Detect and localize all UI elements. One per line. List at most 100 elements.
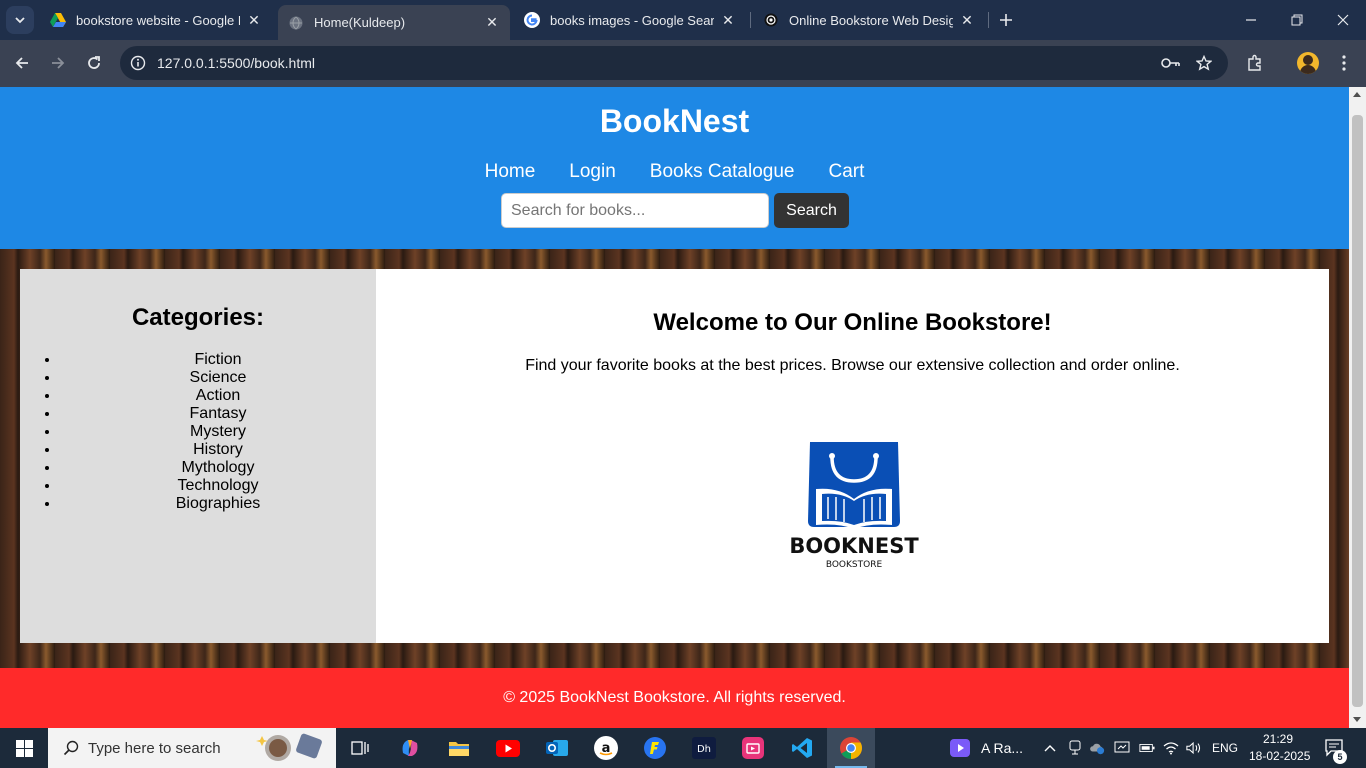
profile-avatar[interactable] <box>1297 52 1319 74</box>
booknest-logo: BOOKNEST BOOKSTORE <box>789 442 919 570</box>
tab-title: Online Bookstore Web Design <box>789 12 953 28</box>
scroll-thumb[interactable] <box>1352 115 1363 707</box>
close-icon[interactable]: ✕ <box>720 12 736 29</box>
tab-separator <box>988 12 989 28</box>
tab-search-button[interactable] <box>6 6 34 34</box>
tab-google-drive[interactable]: bookstore website - Google Dr ✕ <box>40 5 272 35</box>
tab-title: Home(Kuldeep) <box>314 15 406 30</box>
more-menu-icon[interactable] <box>1330 49 1358 77</box>
wifi-icon[interactable] <box>1163 740 1179 756</box>
page-viewport: BookNest Home Login Books Catalogue Cart… <box>0 87 1349 728</box>
volume-icon[interactable] <box>1186 740 1202 756</box>
category-item[interactable]: Mythology <box>60 459 376 477</box>
task-view-icon[interactable] <box>336 728 384 768</box>
tab-separator <box>750 12 751 28</box>
site-footer: © 2025 BookNest Bookstore. All rights re… <box>0 668 1349 728</box>
file-explorer-icon[interactable] <box>435 728 483 768</box>
onedrive-icon[interactable] <box>1089 740 1105 756</box>
category-item[interactable]: Mystery <box>60 423 376 441</box>
main-nav: Home Login Books Catalogue Cart <box>0 161 1349 183</box>
category-item[interactable]: Science <box>60 369 376 387</box>
site-header: BookNest Home Login Books Catalogue Cart… <box>0 87 1349 249</box>
bookmark-star-icon[interactable] <box>1194 53 1214 73</box>
start-button[interactable] <box>0 728 48 768</box>
media-title[interactable]: A Ra... <box>981 740 1023 756</box>
main-content: Welcome to Our Online Bookstore! Find yo… <box>376 269 1329 643</box>
search-highlight-icon <box>256 733 322 761</box>
chevron-up-icon[interactable] <box>1042 740 1058 756</box>
categories-list: Fiction Science Action Fantasy Mystery H… <box>20 351 376 513</box>
windows-logo-icon <box>15 739 33 757</box>
categories-sidebar: Categories: Fiction Science Action Fanta… <box>20 269 376 643</box>
welcome-heading: Welcome to Our Online Bookstore! <box>653 309 1052 336</box>
amazon-icon[interactable]: a <box>582 728 630 768</box>
clock-date[interactable]: 18-02-2025 <box>1249 749 1310 763</box>
site-info-icon[interactable] <box>128 53 148 73</box>
browser-tab-bar: bookstore website - Google Dr ✕ Home(Kul… <box>0 0 1366 40</box>
extensions-icon[interactable] <box>1241 49 1269 77</box>
search-form: Search <box>501 193 849 228</box>
logo-subtitle: BOOKSTORE <box>826 560 883 570</box>
url-text: 127.0.0.1:5500/book.html <box>157 55 316 71</box>
logo-wordmark: BOOKNEST <box>789 534 919 558</box>
chrome-icon[interactable] <box>827 728 875 768</box>
category-item[interactable]: Fiction <box>60 351 376 369</box>
category-item[interactable]: Biographies <box>60 495 376 513</box>
close-icon[interactable]: ✕ <box>959 12 975 29</box>
clock-time[interactable]: 21:29 <box>1263 732 1293 746</box>
new-tab-button[interactable] <box>994 8 1018 32</box>
close-icon <box>1337 14 1349 26</box>
nav-login[interactable]: Login <box>569 161 616 183</box>
password-key-icon[interactable] <box>1161 53 1181 73</box>
battery-icon[interactable] <box>1139 740 1155 756</box>
welcome-text: Find your favorite books at the best pri… <box>525 357 1180 374</box>
media-player-icon[interactable] <box>936 728 984 768</box>
nav-cart[interactable]: Cart <box>829 161 865 183</box>
language-indicator[interactable]: ENG <box>1212 741 1238 755</box>
browser-toolbar: 127.0.0.1:5500/book.html <box>0 40 1366 87</box>
category-item[interactable]: History <box>60 441 376 459</box>
google-icon <box>524 12 540 28</box>
taskbar-search-placeholder: Type here to search <box>88 739 221 757</box>
category-item[interactable]: Action <box>60 387 376 405</box>
copilot-icon[interactable] <box>386 728 434 768</box>
search-button[interactable]: Search <box>774 193 849 228</box>
globe-icon <box>288 15 304 31</box>
restore-icon <box>1291 14 1303 26</box>
close-icon[interactable]: ✕ <box>246 12 262 29</box>
plus-icon <box>1000 14 1012 26</box>
camera-icon[interactable] <box>1067 740 1083 756</box>
scroll-down-icon[interactable] <box>1353 717 1361 722</box>
chevron-down-icon <box>15 17 25 24</box>
reload-button[interactable] <box>79 48 109 78</box>
tab-online-bookstore[interactable]: Online Bookstore Web Design ✕ <box>753 5 985 35</box>
close-window-button[interactable] <box>1320 0 1366 40</box>
page-scrollbar[interactable] <box>1349 87 1366 728</box>
back-button[interactable] <box>7 48 37 78</box>
clipchamp-icon[interactable] <box>729 728 777 768</box>
outlook-icon[interactable] <box>533 728 581 768</box>
vscode-icon[interactable] <box>778 728 826 768</box>
search-input[interactable] <box>501 193 769 228</box>
close-icon[interactable]: ✕ <box>484 14 500 31</box>
scroll-up-icon[interactable] <box>1353 92 1361 97</box>
categories-heading: Categories: <box>131 304 265 331</box>
tab-books-images[interactable]: books images - Google Search ✕ <box>514 5 746 35</box>
tab-home-kuldeep[interactable]: Home(Kuldeep) ✕ <box>278 5 510 40</box>
forward-button[interactable] <box>43 48 73 78</box>
google-drive-icon <box>50 12 66 28</box>
disney-hotstar-icon[interactable]: Dh <box>680 728 728 768</box>
minimize-button[interactable] <box>1228 0 1274 40</box>
display-settings-icon[interactable] <box>1114 740 1130 756</box>
youtube-icon[interactable] <box>484 728 532 768</box>
address-bar[interactable]: 127.0.0.1:5500/book.html <box>120 46 1228 80</box>
nav-books-catalogue[interactable]: Books Catalogue <box>650 161 795 183</box>
nav-home[interactable]: Home <box>485 161 536 183</box>
flipkart-icon[interactable] <box>631 728 679 768</box>
restore-button[interactable] <box>1274 0 1320 40</box>
windows-taskbar: Type here to search a Dh A Ra... ENG 21:… <box>0 728 1366 768</box>
taskbar-search[interactable]: Type here to search <box>48 728 336 768</box>
arrow-left-icon <box>15 57 28 69</box>
category-item[interactable]: Technology <box>60 477 376 495</box>
category-item[interactable]: Fantasy <box>60 405 376 423</box>
